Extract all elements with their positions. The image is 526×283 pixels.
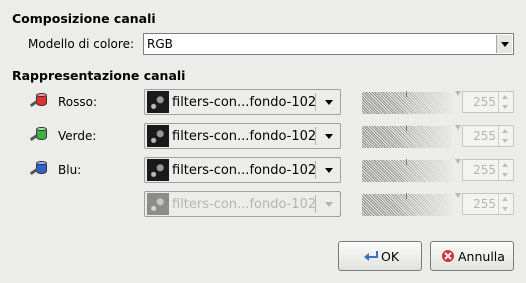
cancel-button[interactable]: Annulla <box>430 241 514 271</box>
alpha-layer-name: filters-con...fondo-102 <box>172 197 317 212</box>
green-value-spin[interactable]: 255 <box>462 125 514 147</box>
ok-label: OK <box>381 249 400 264</box>
cancel-label: Annulla <box>458 249 505 264</box>
composition-title: Composizione canali <box>12 11 156 26</box>
alpha-layer-select: filters-con...fondo-102 <box>144 191 341 217</box>
layer-thumbnail <box>147 159 169 181</box>
red-channel-icon <box>29 93 47 108</box>
color-model-select[interactable]: RGB <box>143 33 514 55</box>
blue-value: 255 <box>473 163 496 177</box>
alpha-level-slider <box>362 193 461 216</box>
layer-thumbnail <box>147 125 169 147</box>
green-channel-icon <box>29 127 47 142</box>
blue-value-spin[interactable]: 255 <box>462 159 514 181</box>
cancel-icon <box>442 250 454 262</box>
layer-thumbnail <box>147 193 169 215</box>
channel-label-green: Verde: <box>58 129 97 143</box>
blue-channel-icon <box>29 161 47 176</box>
red-layer-select[interactable]: filters-con...fondo-102 <box>144 89 341 115</box>
return-arrow-icon <box>364 251 378 261</box>
chevron-down-icon[interactable] <box>325 134 333 139</box>
channel-label-red: Rosso: <box>58 95 98 109</box>
green-level-slider[interactable] <box>362 125 461 148</box>
blue-level-slider[interactable] <box>362 159 461 182</box>
red-level-slider[interactable] <box>362 91 461 114</box>
green-value: 255 <box>473 129 496 143</box>
chevron-down-icon[interactable] <box>496 35 512 53</box>
color-model-label: Modello di colore: <box>28 37 134 51</box>
channel-label-blue: Blu: <box>58 163 82 177</box>
layer-thumbnail <box>147 91 169 113</box>
alpha-value: 255 <box>473 197 496 211</box>
alpha-value-spin: 255 <box>462 193 514 215</box>
chevron-down-icon[interactable] <box>325 168 333 173</box>
channels-title: Rappresentazione canali <box>12 68 186 83</box>
color-model-value: RGB <box>147 37 173 51</box>
green-layer-name: filters-con...fondo-102 <box>172 129 317 144</box>
chevron-down-icon <box>325 202 333 207</box>
ok-button[interactable]: OK <box>338 241 422 271</box>
chevron-down-icon[interactable] <box>325 100 333 105</box>
red-layer-name: filters-con...fondo-102 <box>172 95 317 110</box>
blue-layer-select[interactable]: filters-con...fondo-102 <box>144 157 341 183</box>
red-value-spin[interactable]: 255 <box>462 91 514 113</box>
blue-layer-name: filters-con...fondo-102 <box>172 163 317 178</box>
green-layer-select[interactable]: filters-con...fondo-102 <box>144 123 341 149</box>
red-value: 255 <box>473 95 496 109</box>
